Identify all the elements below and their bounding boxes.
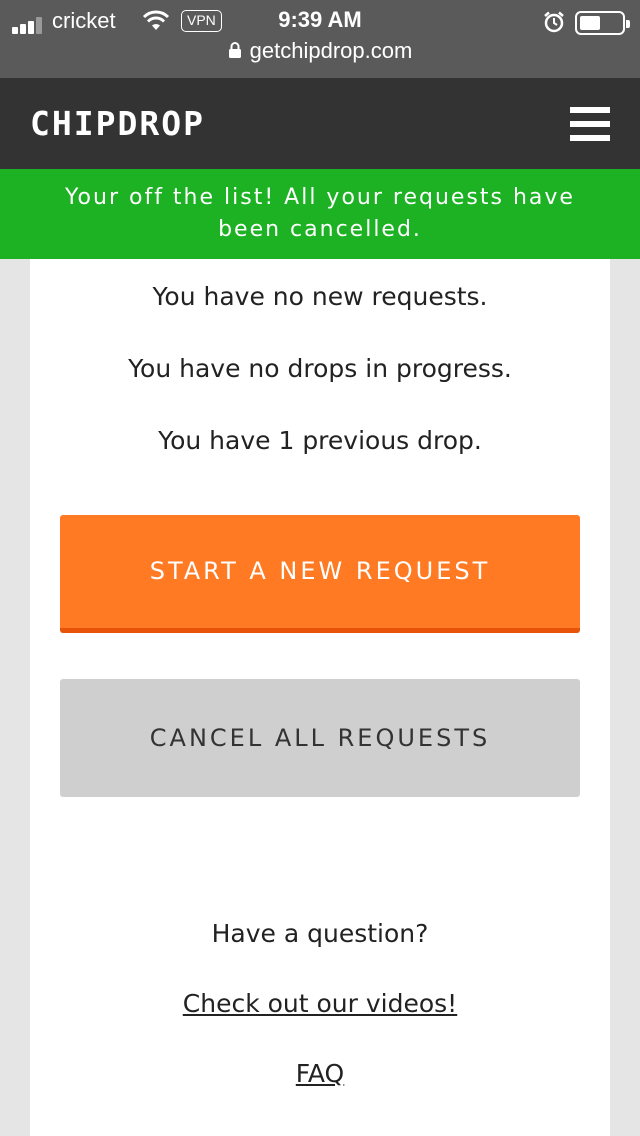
help-question-text: Have a question?: [211, 919, 429, 948]
previous-drops-text: You have 1 previous drop.: [158, 426, 482, 455]
lock-icon: [228, 42, 241, 58]
url-text: getchipdrop.com: [249, 38, 413, 63]
address-bar[interactable]: getchipdrop.com: [0, 38, 640, 64]
status-row: cricket VPN 9:39 AM: [0, 6, 640, 36]
alarm-icon: [544, 11, 564, 33]
banner-line-2: been cancelled.: [218, 217, 422, 242]
new-requests-text: You have no new requests.: [152, 282, 488, 311]
banner-line-1: Your off the list! All your requests hav…: [65, 185, 575, 210]
faq-link[interactable]: FAQ: [296, 1059, 344, 1088]
help-links-row: Check out our videos!: [30, 989, 610, 1018]
battery-icon: [575, 11, 630, 35]
success-banner: Your off the list! All your requests hav…: [0, 169, 640, 259]
videos-link[interactable]: Check out our videos!: [183, 989, 457, 1018]
start-new-request-button[interactable]: START A NEW REQUEST: [60, 515, 580, 633]
drops-in-progress-text: You have no drops in progress.: [128, 354, 512, 383]
hamburger-menu-icon[interactable]: [570, 107, 610, 141]
chipdrop-logo[interactable]: CHIPDROP: [30, 104, 205, 143]
status-bar: cricket VPN 9:39 AM getchipdrop.com: [0, 0, 640, 78]
content-card: You have no new requests. You have no dr…: [30, 259, 610, 1136]
site-header: CHIPDROP: [0, 78, 640, 169]
cancel-all-requests-button[interactable]: CANCEL ALL REQUESTS: [60, 679, 580, 797]
faq-row: FAQ: [30, 1059, 610, 1088]
